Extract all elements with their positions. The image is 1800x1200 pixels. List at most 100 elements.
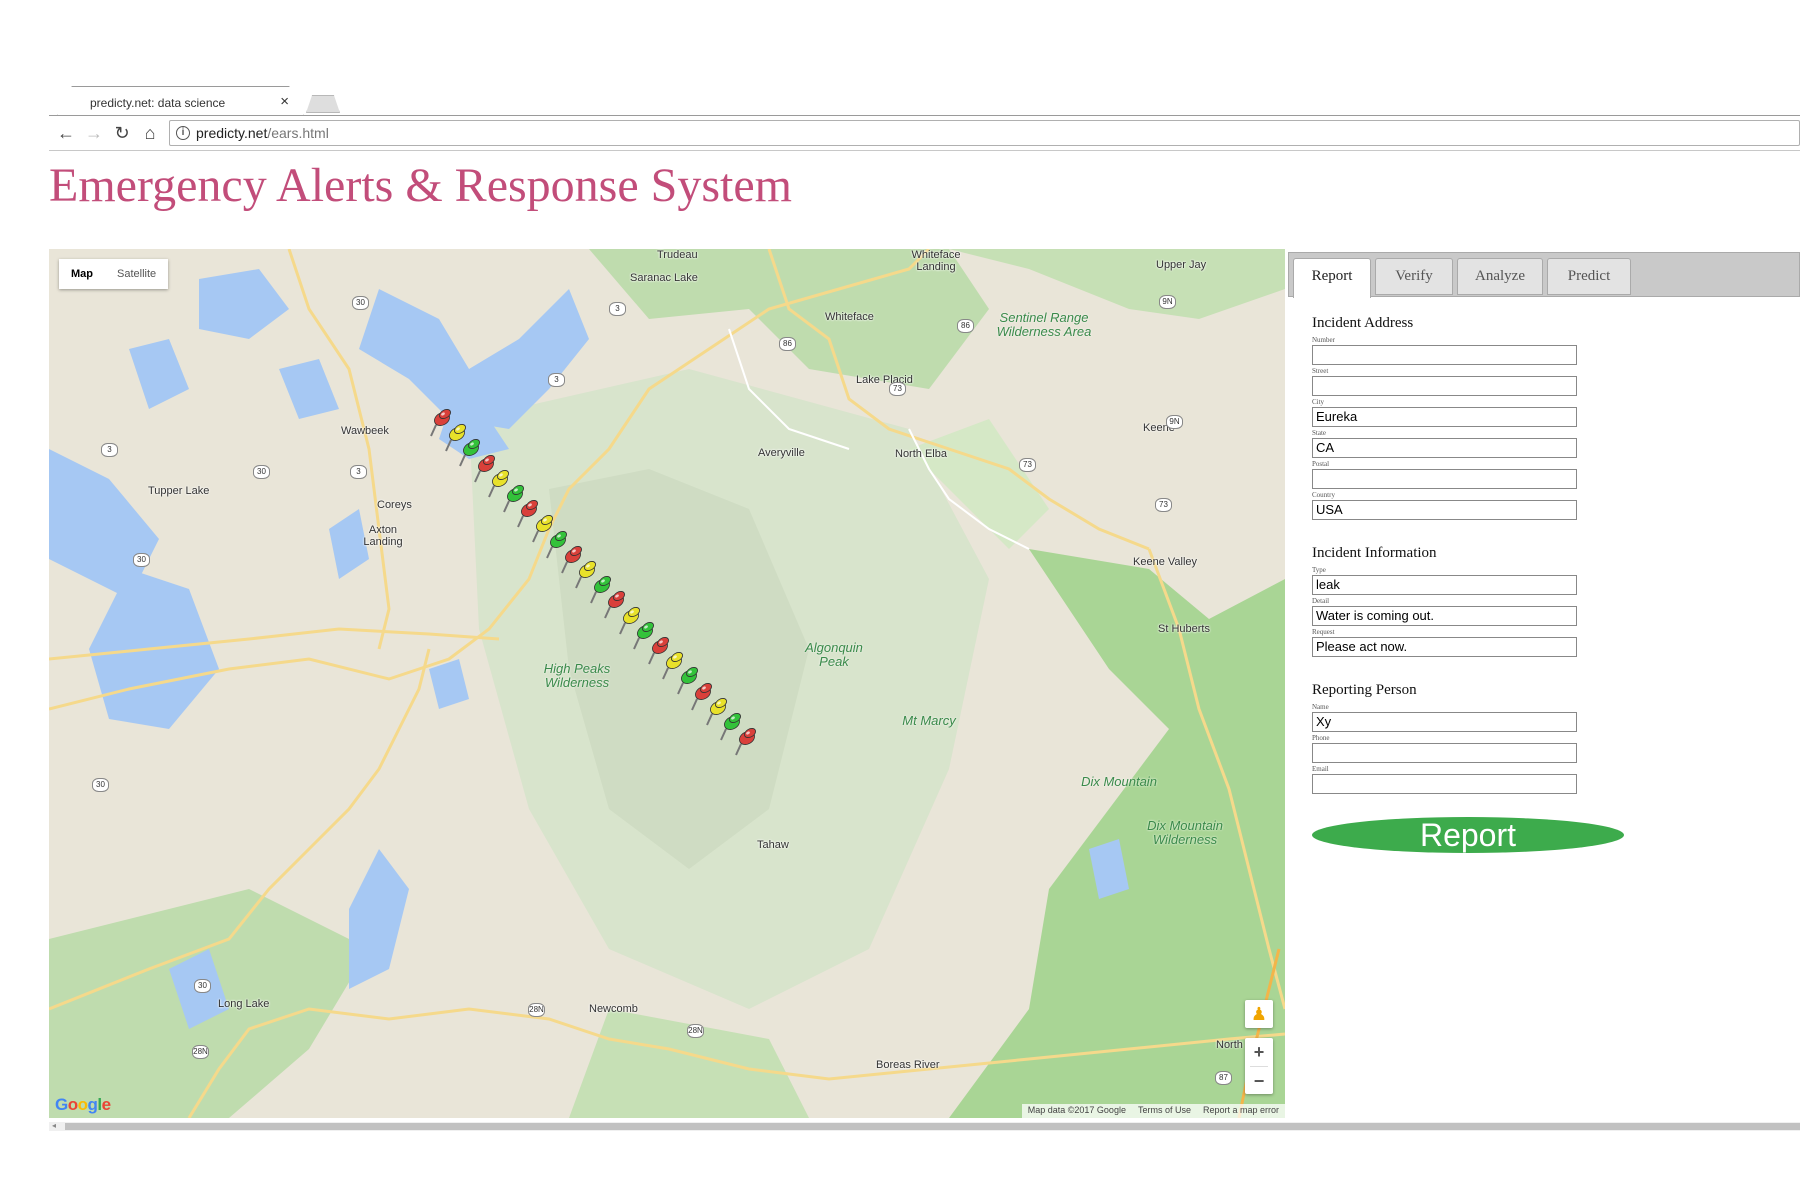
terms-of-use-link[interactable]: Terms of Use [1138, 1105, 1191, 1117]
map-attribution: Map data ©2017 Google Terms of Use Repor… [1021, 1104, 1285, 1118]
route-shield: 73 [1155, 498, 1172, 512]
map[interactable]: Map Satellite Trudeau Saranac Lake White… [49, 249, 1285, 1118]
zoom-in-button[interactable]: + [1245, 1038, 1273, 1066]
map-place-label: Keene Valley [1133, 556, 1198, 568]
request-field[interactable]: Please act now. [1312, 637, 1577, 657]
route-shield: 87 [1215, 1071, 1232, 1085]
tab-report[interactable]: Report [1293, 258, 1371, 298]
close-tab-icon[interactable]: × [280, 93, 289, 110]
panel-tabbar: Report Verify Analyze Predict [1288, 252, 1800, 298]
number-field[interactable] [1312, 345, 1577, 365]
map-park-label: Dix Mountain Wilderness [1147, 818, 1223, 847]
route-shield: 9N [1166, 415, 1183, 429]
map-type-satellite-button[interactable]: Satellite [105, 259, 168, 289]
city-label: City [1312, 398, 1325, 406]
map-place-label: Wawbeek [341, 425, 389, 437]
scrollbar-thumb[interactable] [65, 1123, 1800, 1130]
incident-address-heading: Incident Address [1312, 315, 1414, 331]
map-type-map-button[interactable]: Map [59, 259, 105, 289]
new-tab-button[interactable] [306, 95, 340, 113]
toolbar-divider [49, 150, 1800, 151]
type-field[interactable]: leak [1312, 575, 1577, 595]
postal-field[interactable] [1312, 469, 1577, 489]
browser-tabstrip: predicty.net: data science × [49, 86, 1800, 116]
map-place-label: Boreas River [876, 1059, 940, 1071]
detail-field[interactable]: Water is coming out. [1312, 606, 1577, 626]
map-place-label: Averyville [758, 447, 805, 459]
tab-divider [49, 115, 1800, 116]
route-shield: 28N [192, 1045, 209, 1059]
map-type-control[interactable]: Map Satellite [59, 259, 169, 289]
route-shield: 30 [253, 465, 270, 479]
incident-pin-red[interactable] [732, 726, 758, 756]
reload-icon[interactable]: ↻ [111, 122, 133, 144]
page-title: Emergency Alerts & Response System [49, 159, 793, 212]
street-view-pegman-icon[interactable]: ♟ [1245, 1000, 1273, 1028]
map-place-label: Trudeau [657, 249, 698, 261]
zoom-out-button[interactable]: − [1245, 1067, 1273, 1095]
email-label: Email [1312, 765, 1329, 773]
email-field[interactable] [1312, 774, 1577, 794]
map-place-label: Tupper Lake [148, 485, 210, 497]
map-place-label: North Elba [895, 448, 947, 460]
back-arrow-icon[interactable]: ← [55, 122, 77, 144]
site-info-icon[interactable]: i [176, 126, 190, 140]
route-shield: 30 [133, 553, 150, 567]
map-park-label: Dix Mountain [1081, 774, 1157, 789]
country-label: Country [1312, 491, 1335, 499]
route-shield: 3 [101, 443, 118, 457]
route-shield: 73 [889, 382, 906, 396]
phone-field[interactable] [1312, 743, 1577, 763]
route-shield: 30 [92, 778, 109, 792]
map-place-label: St Huberts [1158, 623, 1210, 635]
browser-toolbar: ← → ↻ ⌂ i predicty.net/ears.html [49, 118, 1800, 148]
map-place-label: North [1216, 1039, 1243, 1051]
incident-information-heading: Incident Information [1312, 545, 1437, 561]
tab-analyze[interactable]: Analyze [1457, 258, 1543, 295]
map-park-label: Algonquin Peak [805, 640, 863, 669]
request-label: Request [1312, 628, 1335, 636]
type-label: Type [1312, 566, 1326, 574]
route-shield: 3 [350, 465, 367, 479]
lake [279, 359, 339, 419]
map-place-label: Whiteface [825, 311, 874, 323]
route-shield: 3 [609, 302, 626, 316]
report-map-error-link[interactable]: Report a map error [1203, 1105, 1279, 1117]
route-shield: 9N [1159, 295, 1176, 309]
map-data-credit: Map data ©2017 Google [1027, 1105, 1126, 1115]
horizontal-scrollbar[interactable]: ◂ [49, 1121, 1800, 1131]
scroll-left-arrow-icon[interactable]: ◂ [52, 1121, 56, 1130]
url-host: predicty.net [196, 125, 268, 141]
lake [349, 849, 409, 989]
phone-label: Phone [1312, 734, 1330, 742]
forest-area [949, 249, 1285, 319]
route-shield: 73 [1019, 458, 1036, 472]
zoom-control: + − [1245, 1038, 1273, 1094]
home-icon[interactable]: ⌂ [139, 122, 161, 144]
route-shield: 30 [352, 296, 369, 310]
report-button[interactable]: Report [1312, 817, 1624, 853]
tab-predict[interactable]: Predict [1547, 258, 1631, 295]
street-label: Street [1312, 367, 1329, 375]
browser-tab-title: predicty.net: data science [90, 96, 226, 110]
tab-verify[interactable]: Verify [1375, 258, 1453, 295]
map-park-label: High Peaks Wilderness [543, 661, 611, 690]
street-field[interactable] [1312, 376, 1577, 396]
address-bar[interactable]: i predicty.net/ears.html [169, 120, 1800, 146]
route-shield: 3 [548, 373, 565, 387]
route-shield: 28N [687, 1024, 704, 1038]
forward-arrow-icon[interactable]: → [83, 122, 105, 144]
map-park-label: Mt Marcy [902, 713, 956, 728]
lake [129, 339, 189, 409]
url-path: /ears.html [267, 125, 329, 141]
route-shield: 86 [779, 337, 796, 351]
name-field[interactable]: Xy [1312, 712, 1577, 732]
state-field[interactable]: CA [1312, 438, 1577, 458]
map-park-label: Sentinel Range Wilderness Area [996, 310, 1092, 339]
country-field[interactable]: USA [1312, 500, 1577, 520]
browser-tab[interactable]: predicty.net: data science × [57, 86, 304, 116]
city-field[interactable]: Eureka [1312, 407, 1577, 427]
map-place-label: Coreys [377, 499, 412, 511]
url-text: predicty.net/ears.html [196, 121, 329, 145]
incident-panel: Report Verify Analyze Predict Incident A… [1288, 252, 1800, 1118]
